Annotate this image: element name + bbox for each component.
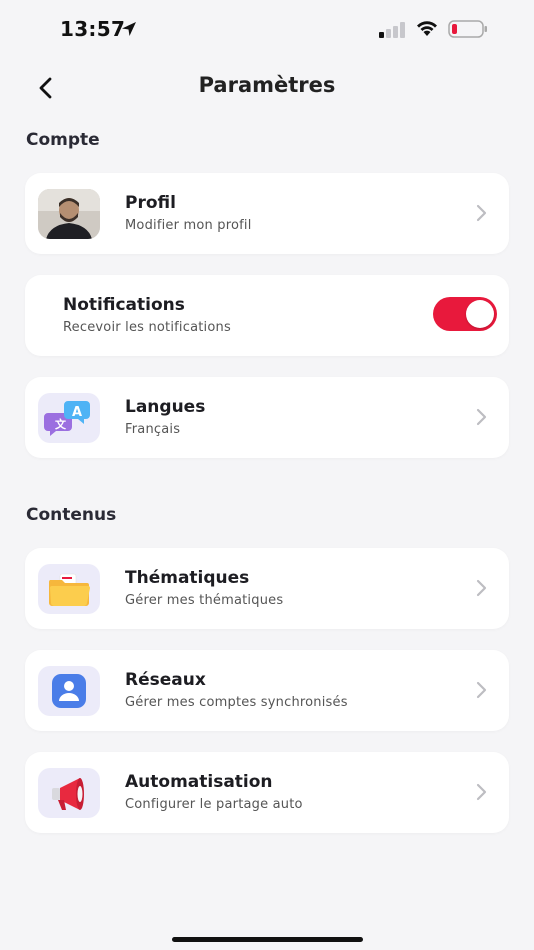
location-arrow-icon xyxy=(122,22,136,36)
settings-item-reseaux[interactable]: Réseaux Gérer mes comptes synchronisés xyxy=(25,650,509,731)
notifications-subtitle: Recevoir les notifications xyxy=(63,320,231,335)
chevron-right-icon xyxy=(476,681,487,699)
wifi-icon xyxy=(417,21,437,36)
page-title: Paramètres xyxy=(198,73,336,97)
section-title-compte: Compte xyxy=(26,130,100,150)
home-indicator[interactable] xyxy=(172,937,363,942)
chevron-right-icon xyxy=(476,783,487,801)
settings-item-notifications: Notifications Recevoir les notifications xyxy=(25,275,509,356)
langues-title: Langues xyxy=(125,397,206,417)
automatisation-subtitle: Configurer le partage auto xyxy=(125,797,303,812)
megaphone-icon xyxy=(38,768,100,818)
user-account-icon xyxy=(38,666,100,716)
reseaux-subtitle: Gérer mes comptes synchronisés xyxy=(125,695,348,710)
toggle-knob xyxy=(466,300,494,328)
settings-item-thematiques[interactable]: Thématiques Gérer mes thématiques xyxy=(25,548,509,629)
thematiques-subtitle: Gérer mes thématiques xyxy=(125,593,284,608)
settings-item-langues[interactable]: 文 A Langues Français xyxy=(25,377,509,458)
avatar xyxy=(38,189,100,239)
translate-icon: 文 A xyxy=(38,393,100,443)
svg-text:文: 文 xyxy=(55,417,67,431)
status-bar: 13:57 xyxy=(0,0,534,60)
settings-item-profil[interactable]: Profil Modifier mon profil xyxy=(25,173,509,254)
profil-title: Profil xyxy=(125,193,176,213)
cellular-signal-icon xyxy=(379,22,405,38)
reseaux-title: Réseaux xyxy=(125,670,206,690)
battery-icon xyxy=(448,20,487,38)
svg-text:A: A xyxy=(72,405,82,420)
status-time: 13:57 xyxy=(60,17,126,41)
chevron-right-icon xyxy=(476,204,487,222)
section-title-contenus: Contenus xyxy=(26,505,117,525)
notifications-title: Notifications xyxy=(63,295,185,315)
notifications-toggle[interactable] xyxy=(433,297,497,331)
chevron-right-icon xyxy=(476,408,487,426)
thematiques-title: Thématiques xyxy=(125,568,250,588)
langues-subtitle: Français xyxy=(125,422,181,437)
automatisation-title: Automatisation xyxy=(125,772,273,792)
folder-icon xyxy=(38,564,100,614)
chevron-right-icon xyxy=(476,579,487,597)
settings-item-automatisation[interactable]: Automatisation Configurer le partage aut… xyxy=(25,752,509,833)
profil-subtitle: Modifier mon profil xyxy=(125,218,252,233)
